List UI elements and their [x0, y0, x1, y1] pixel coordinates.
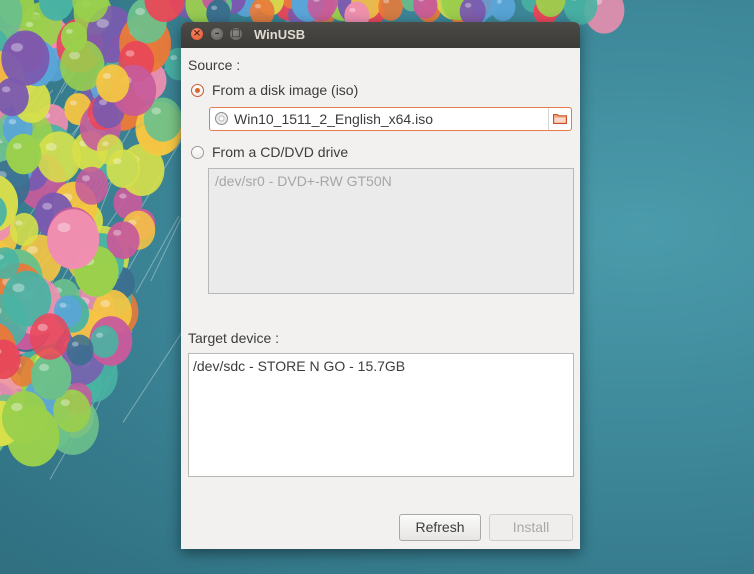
target-device-list[interactable]: /dev/sdc - STORE N GO - 15.7GB [188, 353, 574, 477]
iso-file-chooser[interactable]: Win10_1511_2_English_x64.iso [209, 107, 572, 131]
window-title: WinUSB [254, 27, 306, 42]
title-bar[interactable]: × – □ WinUSB [181, 22, 580, 48]
winusb-window: × – □ WinUSB Source : From a disk image … [181, 22, 580, 549]
iso-radio-button[interactable] [191, 84, 204, 97]
cd-radio-button[interactable] [191, 146, 204, 159]
target-device-item[interactable]: /dev/sdc - STORE N GO - 15.7GB [193, 358, 405, 374]
cd-drive-list: /dev/sr0 - DVD+-RW GT50N [208, 168, 574, 294]
target-device-label: Target device : [188, 330, 280, 346]
cd-drive-item: /dev/sr0 - DVD+-RW GT50N [215, 173, 392, 189]
refresh-button[interactable]: Refresh [399, 514, 481, 541]
minimize-button[interactable]: – [211, 28, 223, 40]
disc-icon [215, 112, 228, 125]
cd-option-label[interactable]: From a CD/DVD drive [212, 144, 348, 160]
folder-icon [553, 114, 567, 124]
source-label: Source : [188, 57, 241, 73]
install-button[interactable]: Install [489, 514, 573, 541]
iso-option-label[interactable]: From a disk image (iso) [212, 82, 358, 98]
browse-folder-button[interactable] [548, 108, 571, 130]
maximize-button[interactable]: □ [230, 28, 242, 40]
iso-file-name: Win10_1511_2_English_x64.iso [234, 111, 433, 127]
close-button[interactable]: × [191, 28, 203, 40]
